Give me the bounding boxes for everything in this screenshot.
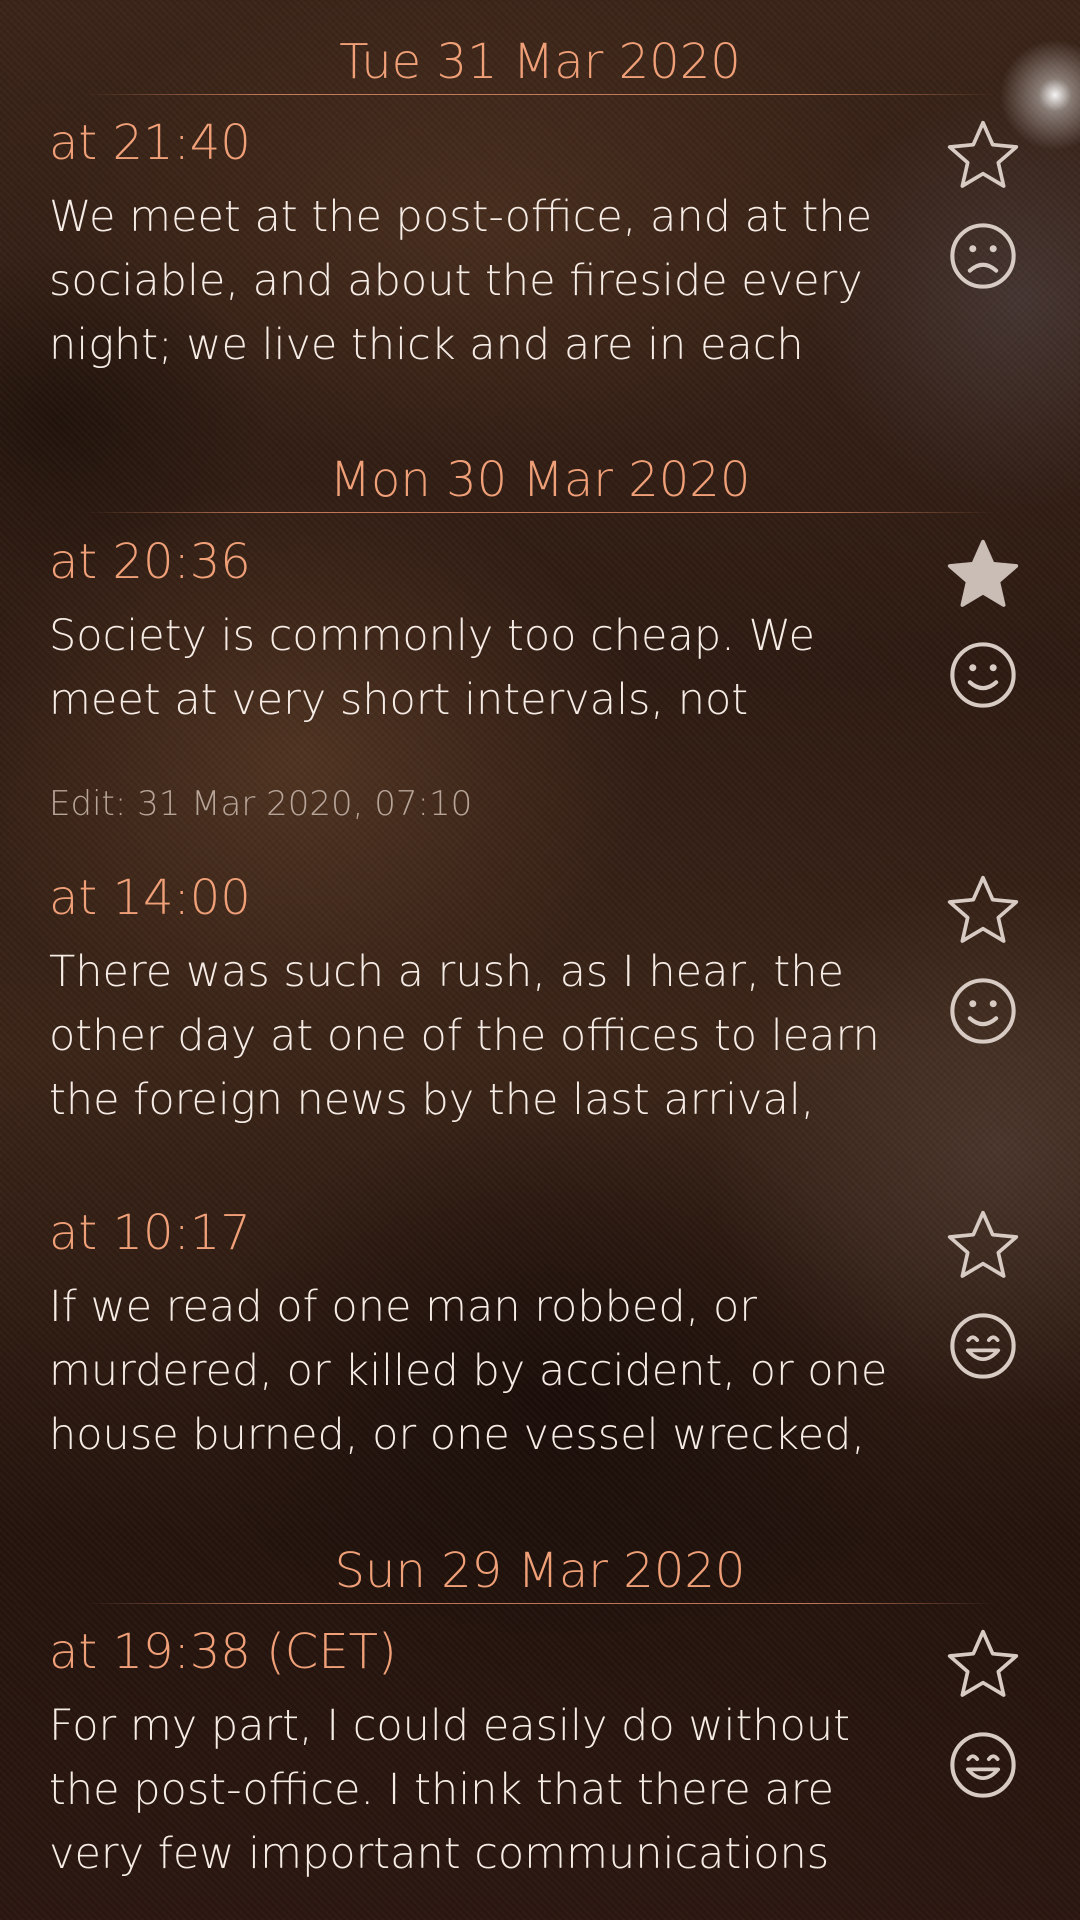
section-date-label: Sun 29 Mar 2020 xyxy=(334,1543,746,1599)
edit-timestamp: Edit: 31 Mar 2020, 07:10 xyxy=(49,784,473,824)
mood-indicator[interactable] xyxy=(940,1722,1026,1808)
entry-text: We meet at the post-office, and at the s… xyxy=(49,192,873,370)
sad-face-icon xyxy=(950,223,1016,289)
star-outline-icon xyxy=(947,1629,1019,1697)
entry-text: There was such a rush, as I hear, the ot… xyxy=(49,947,880,1125)
entry-time: at 10:17 xyxy=(49,1205,251,1261)
star-outline-icon xyxy=(947,875,1019,943)
favorite-toggle[interactable] xyxy=(940,1622,1026,1708)
smiley-face-icon xyxy=(950,978,1016,1044)
section-header-date: Sun 29 Mar 2020 xyxy=(85,1541,995,1611)
entry-time: at 21:40 xyxy=(49,115,251,171)
grinning-face-icon xyxy=(950,1732,1016,1798)
diary-entry-list[interactable]: Tue 31 Mar 2020 at 21:40 We meet at the … xyxy=(0,0,1080,1920)
mood-indicator[interactable] xyxy=(940,1303,1026,1389)
section-header-date: Tue 31 Mar 2020 xyxy=(85,32,995,102)
mood-indicator[interactable] xyxy=(940,632,1026,718)
section-date-label: Mon 30 Mar 2020 xyxy=(329,452,751,508)
section-header-date: Mon 30 Mar 2020 xyxy=(85,450,995,520)
star-outline-icon xyxy=(947,1210,1019,1278)
entry-text: Society is commonly too cheap. We meet a… xyxy=(49,611,815,725)
entry-time: at 20:36 xyxy=(49,534,251,590)
section-date-label: Tue 31 Mar 2020 xyxy=(339,34,741,90)
favorite-toggle[interactable] xyxy=(940,868,1026,954)
entry-text: For my part, I could easily do without t… xyxy=(49,1701,850,1879)
entry-time: at 14:00 xyxy=(49,870,251,926)
mood-indicator[interactable] xyxy=(940,968,1026,1054)
entry-text: If we read of one man robbed, or murdere… xyxy=(49,1282,888,1460)
grinning-face-icon xyxy=(950,1313,1016,1379)
star-outline-icon xyxy=(947,120,1019,188)
entry-time: at 19:38 (CET) xyxy=(49,1624,397,1680)
mood-indicator[interactable] xyxy=(940,213,1026,299)
section-divider xyxy=(85,1603,995,1604)
section-divider xyxy=(85,512,995,513)
section-divider xyxy=(85,94,995,95)
smiley-face-icon xyxy=(950,642,1016,708)
favorite-toggle[interactable] xyxy=(940,1203,1026,1289)
star-filled-icon xyxy=(947,539,1019,607)
favorite-toggle[interactable] xyxy=(940,532,1026,618)
favorite-toggle[interactable] xyxy=(940,113,1026,199)
